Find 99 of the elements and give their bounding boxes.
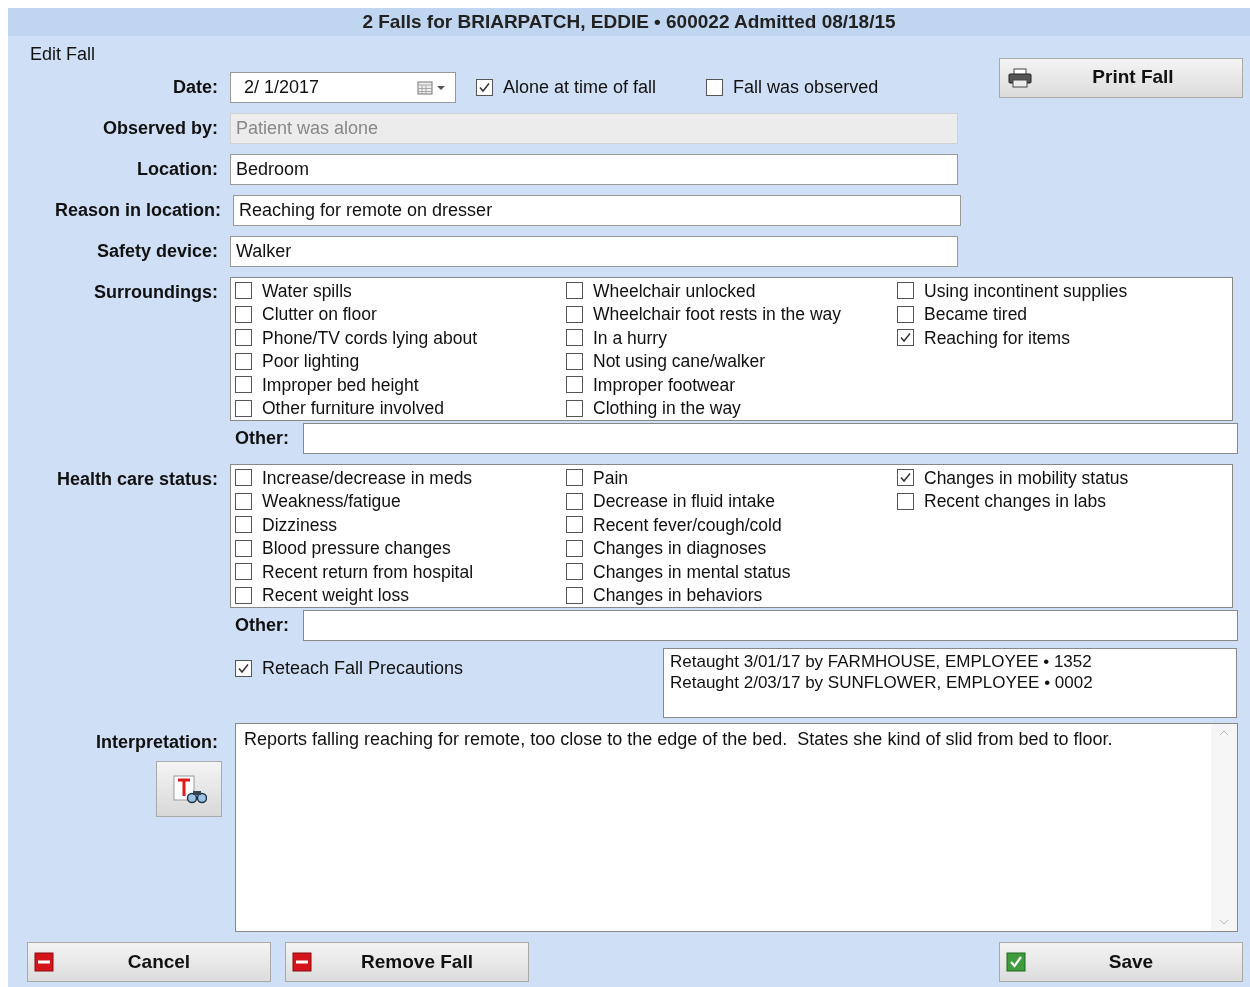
scroll-down-icon <box>1219 919 1229 925</box>
checkbox[interactable] <box>235 305 252 323</box>
checkbox[interactable] <box>235 492 252 510</box>
field-label: Safety device: <box>96 240 218 263</box>
interpretation-field[interactable]: Reports falling reaching for remote, too close to the edge of the bed. States she kind of slid from bed to floor. <box>235 723 1238 932</box>
checkbox[interactable] <box>235 563 252 581</box>
checkbox-label: Reteach Fall Precautions <box>262 657 464 680</box>
log-line: Retaught 2/03/17 by SUNFLOWER, EMPLOYEE • 0002 <box>670 672 1094 693</box>
minus-icon <box>34 952 54 972</box>
checkbox-label: Recent weight loss <box>262 584 409 608</box>
checkbox[interactable] <box>897 329 914 347</box>
find-text-button[interactable] <box>156 761 222 817</box>
checkbox[interactable] <box>897 282 914 300</box>
checkbox-label: Using incontinent supplies <box>924 279 1128 303</box>
checkbox[interactable] <box>566 539 583 557</box>
checkbox[interactable] <box>235 399 252 417</box>
field-label: Reason in location: <box>54 199 221 222</box>
window-title: 2 Falls for BRIARPATCH, EDDIE • 600022 Admitted 08/18/15 <box>362 9 896 34</box>
checkbox-label: Dizziness <box>262 513 337 537</box>
checkbox-label: Changes in mobility status <box>924 466 1129 490</box>
checkbox-label: Improper footwear <box>593 373 735 397</box>
scroll-up-icon <box>1219 730 1229 736</box>
checkbox[interactable] <box>476 79 493 96</box>
printer-icon <box>1008 67 1032 88</box>
checkbox[interactable] <box>235 376 252 394</box>
checkbox[interactable] <box>235 469 252 487</box>
checkbox-label: Pain <box>593 466 629 490</box>
checkbox-label: Reaching for items <box>924 326 1070 350</box>
checkbox[interactable] <box>235 329 252 347</box>
field-label: Other: <box>235 614 290 637</box>
field-label: Observed by: <box>102 117 218 140</box>
action-button[interactable]: Cancel <box>27 942 271 982</box>
field-label: Health care status: <box>56 468 218 491</box>
checkbox[interactable] <box>897 305 914 323</box>
checkbox-label: In a hurry <box>593 326 667 350</box>
checkbox-label: Recent changes in labs <box>924 490 1106 514</box>
checkbox[interactable] <box>235 539 252 557</box>
checkbox[interactable] <box>566 352 583 370</box>
log-line: Retaught 3/01/17 by FARMHOUSE, EMPLOYEE • 1352 <box>670 651 1093 672</box>
checkbox[interactable] <box>566 563 583 581</box>
text-field[interactable]: Reaching for remote on dresser <box>233 195 961 226</box>
checkbox[interactable] <box>235 516 252 534</box>
section-title: Edit Fall <box>30 44 96 64</box>
field-label: Date: <box>173 76 218 99</box>
field-label: Surroundings: <box>94 281 218 304</box>
checkbox-label: Improper bed height <box>262 373 419 397</box>
field-label: Other: <box>235 427 290 450</box>
checkbox-label: Poor lighting <box>262 350 360 374</box>
checkbox[interactable] <box>235 586 252 604</box>
checkbox-label: Other furniture involved <box>262 397 444 421</box>
checkbox-label: Changes in mental status <box>593 560 791 584</box>
checkbox[interactable] <box>566 516 583 534</box>
checkbox[interactable] <box>235 282 252 300</box>
document-binoculars-icon <box>171 774 207 804</box>
checkbox[interactable] <box>566 329 583 347</box>
checkbox[interactable] <box>235 352 252 370</box>
field-label: Location: <box>137 158 218 181</box>
checkbox-label: Alone at time of fall <box>503 76 657 99</box>
checkbox-label: Blood pressure changes <box>262 537 451 561</box>
field-label: Interpretation: <box>96 731 218 754</box>
checkbox-label: Water spills <box>262 279 352 303</box>
checkbox-label: Wheelchair foot rests in the way <box>593 303 842 327</box>
checkbox-label: Weakness/fatigue <box>262 490 401 514</box>
checkbox-label: Wheelchair unlocked <box>593 279 756 303</box>
checkbox[interactable] <box>566 469 583 487</box>
checkbox[interactable] <box>706 79 724 96</box>
date-field[interactable]: 2/ 1/2017 <box>230 72 456 103</box>
checkbox[interactable] <box>897 469 914 487</box>
checkbox-label: Clutter on floor <box>262 303 377 327</box>
action-button[interactable]: Remove Fall <box>285 942 529 982</box>
checkbox[interactable] <box>566 399 583 417</box>
checkbox[interactable] <box>566 305 583 323</box>
text-field[interactable]: Walker <box>230 236 958 267</box>
checkbox[interactable] <box>566 376 583 394</box>
checkbox-label: Recent return from hospital <box>262 560 474 584</box>
checkbox[interactable] <box>566 586 583 604</box>
checkbox-label: Recent fever/cough/cold <box>593 513 782 537</box>
checkbox-label: Decrease in fluid intake <box>593 490 775 514</box>
checkbox-label: Became tired <box>924 303 1028 327</box>
checkbox-label: Phone/TV cords lying about <box>262 326 477 350</box>
check-icon <box>1006 952 1026 972</box>
other-field[interactable] <box>303 423 1238 454</box>
checkbox[interactable] <box>566 282 583 300</box>
checkbox-label: Changes in behaviors <box>593 584 763 608</box>
scrollbar[interactable] <box>1211 724 1237 931</box>
checkbox[interactable] <box>566 492 583 510</box>
checkbox[interactable] <box>235 660 252 677</box>
checkbox-label: Fall was observed <box>733 76 879 99</box>
minus-icon <box>292 952 312 972</box>
checkbox-label: Not using cane/walker <box>593 350 766 374</box>
interpretation-text: Reports falling reaching for remote, too close to the edge of the bed. States she kind of slid from bed to floor. <box>244 728 1114 751</box>
text-field[interactable]: Bedroom <box>230 154 958 185</box>
print-button[interactable]: Print Fall <box>999 57 1243 98</box>
checkbox[interactable] <box>897 492 914 510</box>
checkbox-label: Clothing in the way <box>593 397 741 421</box>
checkbox-label: Increase/decrease in meds <box>262 466 473 490</box>
other-field[interactable] <box>303 610 1238 641</box>
checkbox-label: Changes in diagnoses <box>593 537 767 561</box>
action-button[interactable]: Save <box>999 942 1243 982</box>
